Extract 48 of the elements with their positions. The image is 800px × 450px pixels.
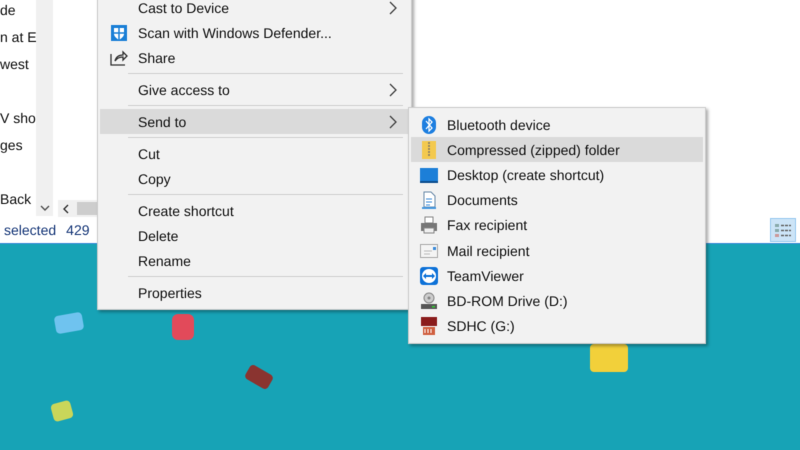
selection-status: selected xyxy=(3,222,56,238)
zip-folder-icon xyxy=(421,140,437,160)
menu-item[interactable]: Share xyxy=(100,45,409,70)
printer-icon xyxy=(420,216,438,234)
menu-item[interactable]: Properties xyxy=(100,280,409,305)
menu-item[interactable]: Desktop (create shortcut) xyxy=(411,162,703,188)
shield-icon xyxy=(110,24,128,42)
menu-item[interactable]: Documents xyxy=(411,188,703,213)
menu-item[interactable]: Delete xyxy=(100,223,409,248)
paper-scrap xyxy=(50,400,74,422)
bluetooth-icon xyxy=(422,116,436,134)
menu-item[interactable]: Copy xyxy=(100,166,409,191)
menu-item[interactable]: Bluetooth device xyxy=(411,112,703,138)
menu-item[interactable]: Scan with Windows Defender... xyxy=(100,20,409,45)
menu-item[interactable]: Compressed (zipped) folder xyxy=(411,137,703,162)
menu-item[interactable]: SDHC (G:) xyxy=(411,314,703,339)
menu-item[interactable]: Create shortcut xyxy=(100,198,409,223)
desktop-icon xyxy=(420,166,438,183)
file-name[interactable]: n at E xyxy=(0,27,36,54)
file-name[interactable]: de xyxy=(0,0,36,27)
file-name[interactable]: Back xyxy=(0,189,36,216)
details-view-button[interactable] xyxy=(770,218,796,242)
menu-item[interactable]: Cast to Device xyxy=(100,0,409,20)
menu-item[interactable]: BD-ROM Drive (D:) xyxy=(411,288,703,314)
menu-item[interactable]: Rename xyxy=(100,248,409,273)
double-arrow-icon xyxy=(420,266,438,285)
menu-item[interactable]: Cut xyxy=(100,141,409,166)
menu-item[interactable]: Fax recipient xyxy=(411,212,703,238)
document-icon xyxy=(421,191,437,210)
share-icon xyxy=(110,50,128,66)
chevron-down-icon[interactable] xyxy=(40,205,50,212)
sd-card-icon xyxy=(420,316,438,336)
menu-item[interactable]: TeamViewer xyxy=(411,263,703,288)
file-name[interactable]: ges xyxy=(0,135,36,162)
chevron-left-icon[interactable] xyxy=(62,204,69,214)
file-name[interactable]: west xyxy=(0,54,36,81)
disc-drive-icon xyxy=(420,292,438,310)
size-status: 429 xyxy=(66,222,90,238)
file-name[interactable]: V sho xyxy=(0,108,36,135)
menu-item[interactable]: Mail recipient xyxy=(411,238,703,264)
paper-scrap xyxy=(590,344,628,372)
paper-scrap xyxy=(172,314,194,340)
paper-scrap xyxy=(54,312,84,334)
menu-item[interactable]: Give access to xyxy=(100,77,409,102)
envelope-icon xyxy=(420,244,438,258)
menu-item[interactable]: Send to xyxy=(100,109,409,134)
vertical-scrollbar[interactable] xyxy=(36,0,53,216)
details-view-icon xyxy=(774,222,792,238)
